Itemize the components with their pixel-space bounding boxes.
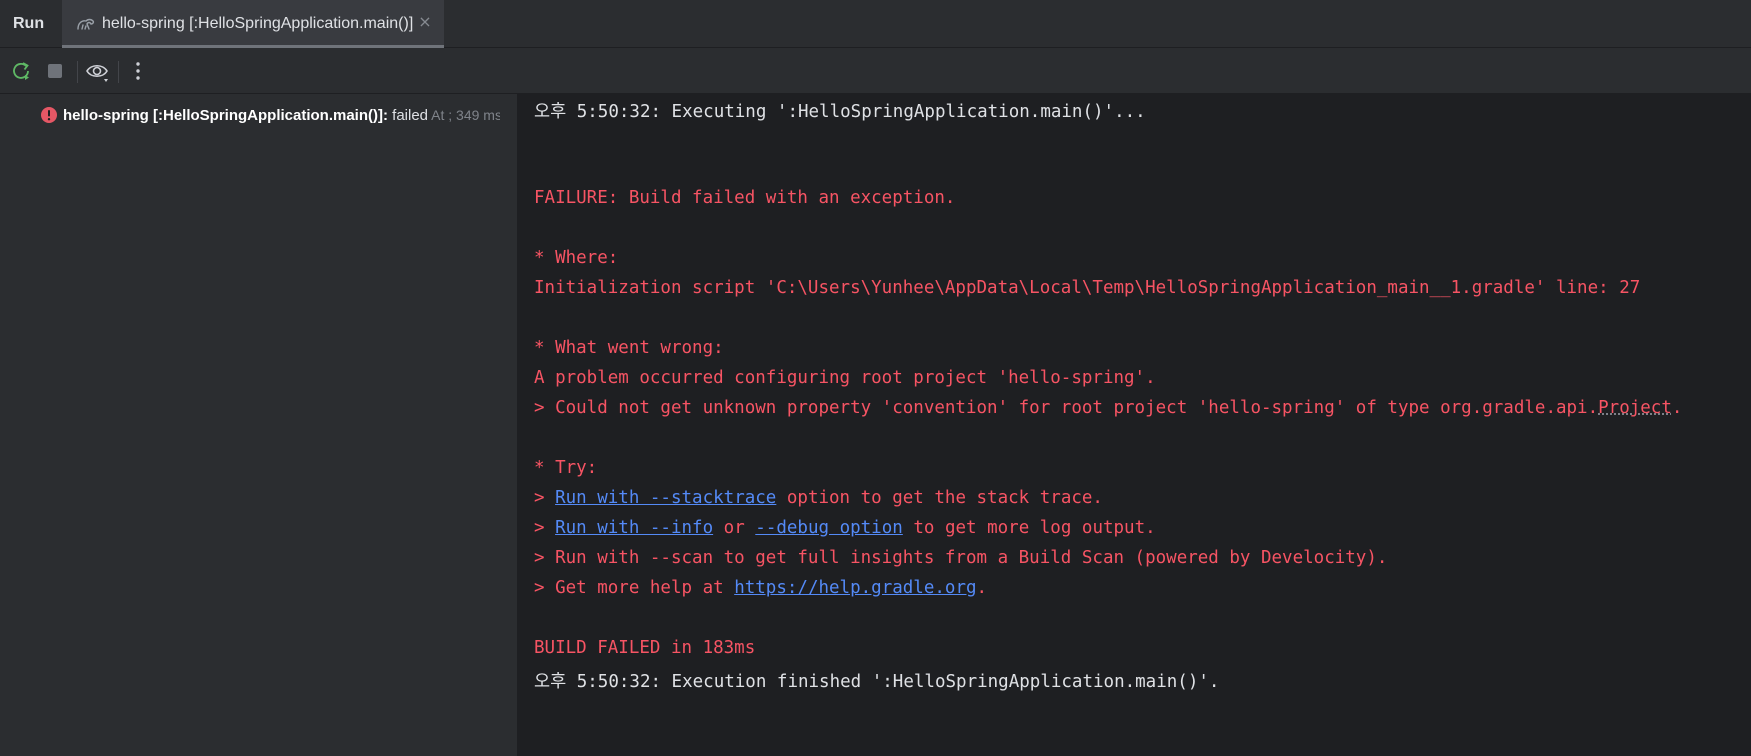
tree-item-status: failed (387, 107, 429, 124)
run-tool-title: Run (13, 15, 45, 32)
build-tree-panel: hello-spring [:HelloSpringApplication.ma… (0, 94, 518, 756)
close-icon[interactable]: × (416, 13, 434, 31)
tree-item-time: At ; 349 ms (428, 107, 500, 123)
console-line: Initialization script 'C:\Users\Yunhee\A… (534, 278, 1641, 298)
tab-label: hello-spring [:HelloSpringApplication.ma… (102, 15, 414, 32)
console-line: * Try: (534, 458, 598, 478)
console-text: to get more log output. (902, 518, 1156, 538)
run-tool-window: Run hello-spring [:HelloSpringApplicatio… (0, 0, 1751, 756)
tab-hello-spring[interactable]: hello-spring [:HelloSpringApplication.ma… (62, 0, 444, 48)
console-line: > Get more help at https://help.gradle.o… (534, 578, 987, 598)
console-line: > Run with --scan to get full insights f… (534, 548, 1388, 568)
gradle-icon (77, 18, 95, 30)
console-text: . (976, 578, 988, 598)
console-text: > (534, 518, 556, 538)
console-text: or (713, 518, 756, 538)
tree-item-name: hello-spring [:HelloSpringApplication.ma… (63, 107, 388, 124)
console-text: > Get more help at (534, 578, 735, 598)
info-link[interactable]: Run with --info (555, 518, 713, 538)
console-line: BUILD FAILED in 183ms (534, 638, 756, 658)
tree-item-hello-spring[interactable]: hello-spring [:HelloSpringApplication.ma… (40, 104, 500, 128)
console-line: A problem occurred configuring root proj… (534, 368, 1156, 388)
tree-item-text: hello-spring [:HelloSpringApplication.ma… (63, 107, 500, 124)
console-line: > Run with --info or --debug option to g… (534, 518, 1156, 538)
stacktrace-link[interactable]: Run with --stacktrace (555, 488, 776, 508)
eye-icon[interactable] (84, 58, 110, 84)
run-toolbar (0, 48, 1751, 94)
help-url-link[interactable]: https://help.gradle.org (734, 578, 976, 598)
console-text: > (534, 488, 556, 508)
console-text: > Could not get unknown property 'conven… (534, 398, 1599, 418)
console-text: option to get the stack trace. (776, 488, 1103, 508)
toolbar-separator (118, 61, 119, 83)
stop-icon[interactable] (42, 58, 68, 84)
console-line: 오후 5:50:32: Execution finished ':HelloSp… (534, 672, 1220, 692)
console-text: Project (1598, 398, 1672, 418)
more-vertical-icon[interactable] (125, 58, 151, 84)
console-line: * What went wrong: (534, 338, 724, 358)
error-icon (41, 107, 57, 123)
console-line: > Could not get unknown property 'conven… (534, 398, 1682, 418)
rerun-icon[interactable] (8, 58, 34, 84)
console-line: > Run with --stacktrace option to get th… (534, 488, 1103, 508)
console-output[interactable]: 오후 5:50:32: Executing ':HelloSpringAppli… (518, 94, 1751, 756)
console-line: FAILURE: Build failed with an exception. (534, 188, 956, 208)
toolbar-separator (77, 61, 78, 83)
console-line: 오후 5:50:32: Executing ':HelloSpringAppli… (534, 102, 1146, 122)
console-line: * Where: (534, 248, 619, 268)
console-text: . (1671, 398, 1683, 418)
debug-link[interactable]: --debug option (755, 518, 903, 538)
tab-bar: Run hello-spring [:HelloSpringApplicatio… (0, 0, 1751, 48)
